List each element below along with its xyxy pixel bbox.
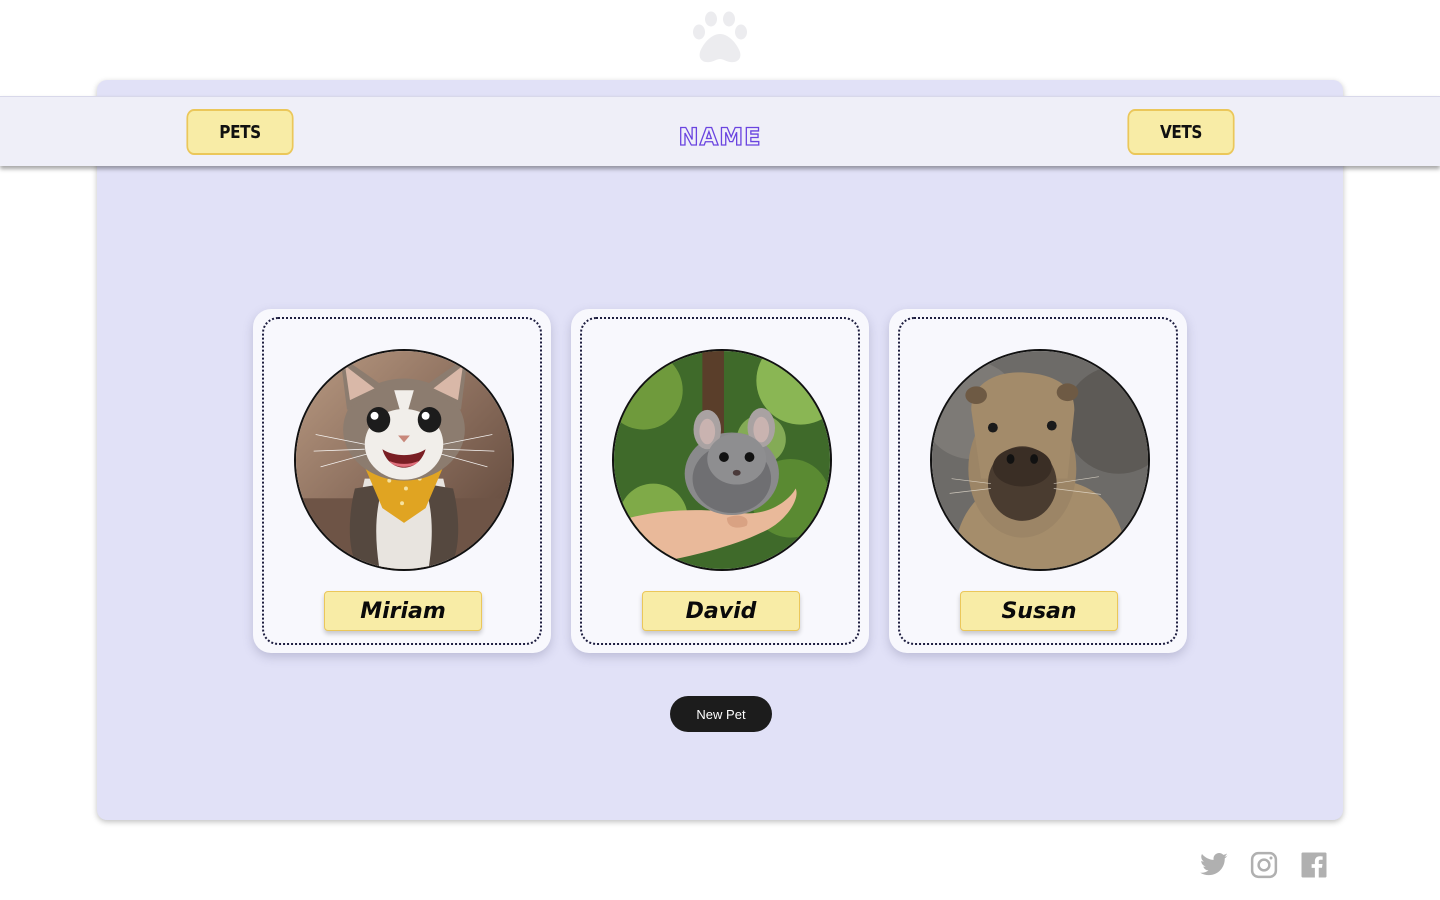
- new-pet-button[interactable]: New Pet: [670, 696, 772, 732]
- pet-card-susan[interactable]: Susan: [889, 309, 1187, 653]
- paw-logo-icon: [690, 10, 750, 64]
- pet-card-frame: David: [580, 317, 860, 645]
- chinchilla-photo: [612, 349, 832, 571]
- capybara-photo: [930, 349, 1150, 571]
- nav-vets-button[interactable]: VETS: [1127, 109, 1235, 155]
- pet-card-david[interactable]: David: [571, 309, 869, 653]
- pet-name-tag[interactable]: David: [642, 591, 800, 631]
- pet-card-miriam[interactable]: Miriam: [253, 309, 551, 653]
- cat-photo: [294, 349, 514, 571]
- navbar: PETS NAME VETS: [0, 96, 1440, 166]
- pet-name-tag[interactable]: Miriam: [324, 591, 482, 631]
- instagram-icon[interactable]: [1249, 850, 1279, 880]
- pet-name-tag[interactable]: Susan: [960, 591, 1118, 631]
- brand-title[interactable]: NAME: [620, 122, 820, 151]
- nav-pets-button[interactable]: PETS: [186, 109, 294, 155]
- pet-card-frame: Susan: [898, 317, 1178, 645]
- facebook-icon[interactable]: [1299, 850, 1329, 880]
- pet-card-frame: Miriam: [262, 317, 542, 645]
- twitter-icon[interactable]: [1199, 850, 1229, 880]
